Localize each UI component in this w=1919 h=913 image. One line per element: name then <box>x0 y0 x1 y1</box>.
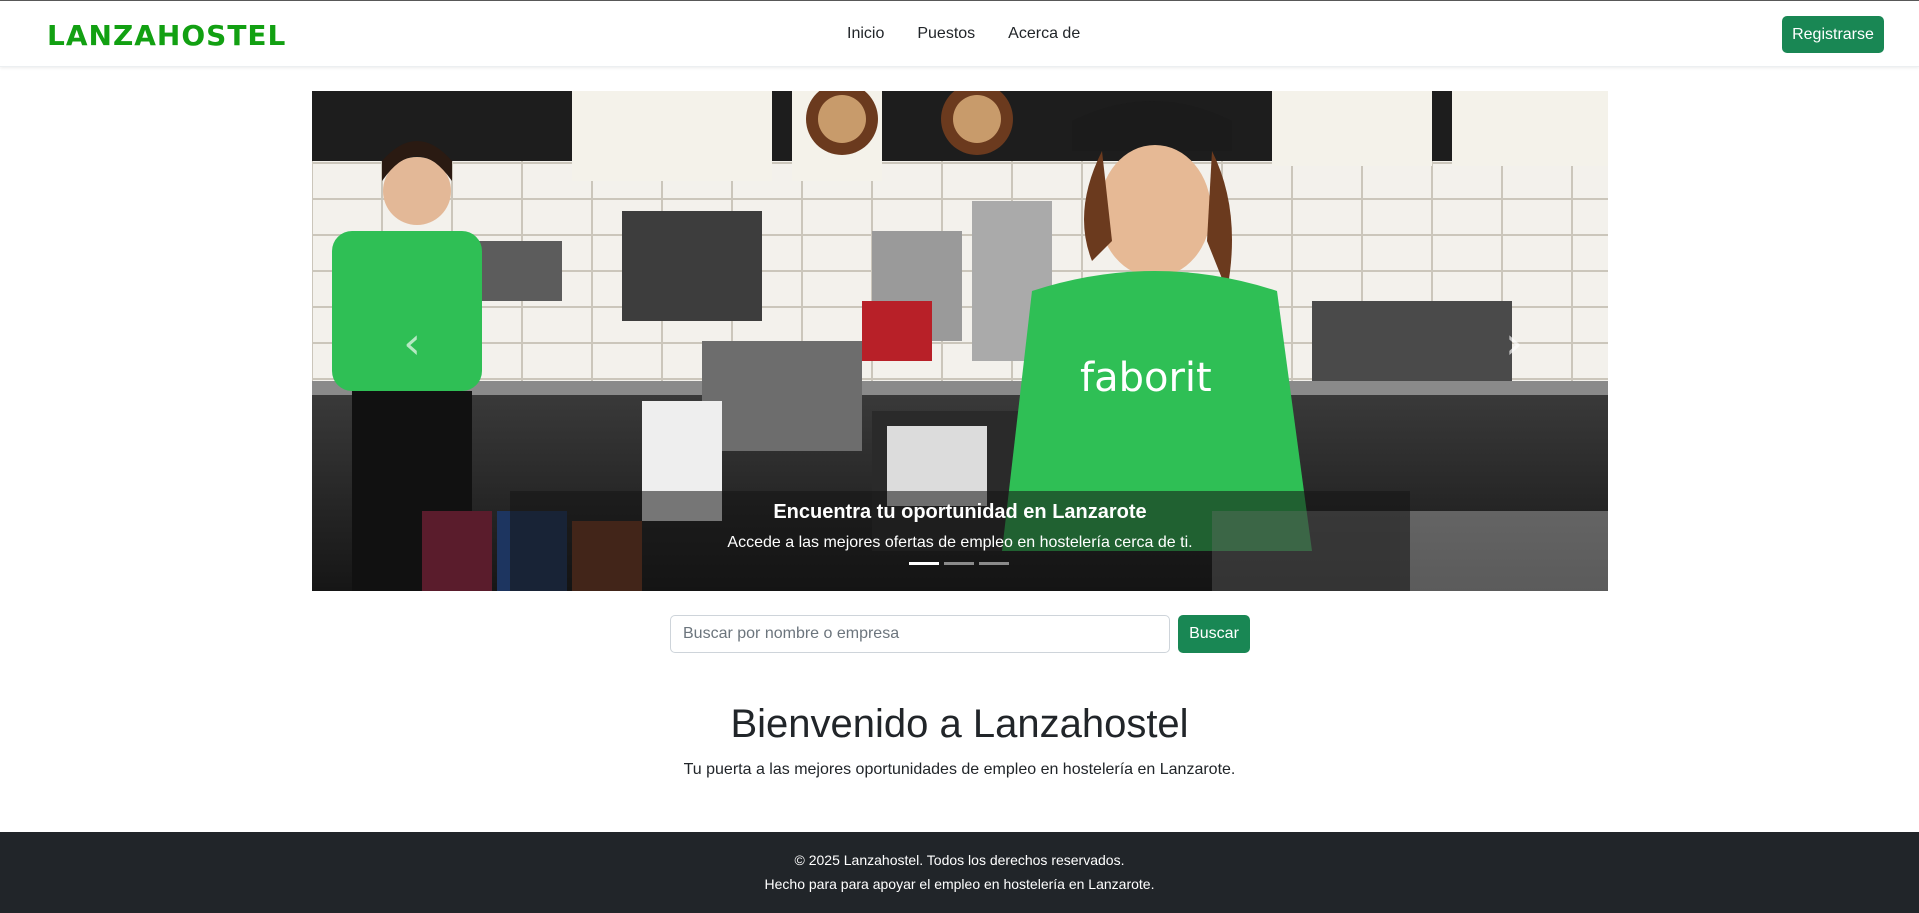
hero-carousel: faborit ‹ › Encuentra tu oportunidad en … <box>312 91 1608 591</box>
carousel-indicator-1[interactable] <box>909 562 939 565</box>
carousel-indicator-2[interactable] <box>944 562 974 565</box>
carousel-next-icon[interactable]: › <box>1484 313 1544 373</box>
carousel-caption-title: Encuentra tu oportunidad en Lanzarote <box>773 501 1147 523</box>
carousel-caption-text: Accede a las mejores ofertas de empleo e… <box>727 534 1193 551</box>
navbar: LANZAHOSTEL Inicio Puestos Acerca de Reg… <box>0 1 1919 67</box>
nav-link-inicio[interactable]: Inicio <box>847 25 884 43</box>
search-button[interactable]: Buscar <box>1178 615 1250 653</box>
nav-link-acerca-de[interactable]: Acerca de <box>1008 25 1080 43</box>
svg-text:faborit: faborit <box>1080 355 1212 401</box>
carousel-caption: Encuentra tu oportunidad en Lanzarote Ac… <box>510 491 1410 591</box>
carousel-prev-icon[interactable]: ‹ <box>382 313 442 373</box>
nav-links: Inicio Puestos Acerca de <box>847 25 1113 43</box>
brand-logo[interactable]: LANZAHOSTEL <box>47 19 286 52</box>
carousel-indicators <box>909 562 1009 565</box>
footer-tagline: Hecho para para apoyar el empleo en host… <box>764 876 1155 892</box>
search-input[interactable] <box>670 615 1170 653</box>
nav-link-puestos[interactable]: Puestos <box>917 25 975 43</box>
register-button[interactable]: Registrarse <box>1782 16 1884 53</box>
welcome-subtitle: Tu puerta a las mejores oportunidades de… <box>683 761 1236 778</box>
carousel-indicator-3[interactable] <box>979 562 1009 565</box>
footer: © 2025 Lanzahostel. Todos los derechos r… <box>0 832 1919 913</box>
welcome-title: Bienvenido a Lanzahostel <box>730 702 1189 746</box>
footer-copyright: © 2025 Lanzahostel. Todos los derechos r… <box>794 852 1125 868</box>
